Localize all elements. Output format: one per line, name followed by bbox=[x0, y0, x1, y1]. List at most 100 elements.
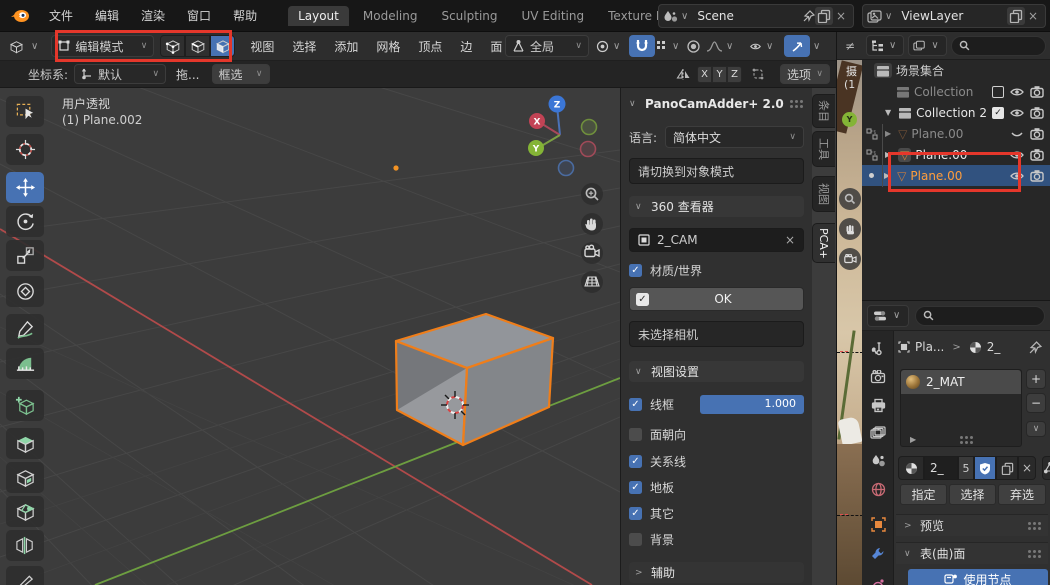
disable-render-icon[interactable] bbox=[1030, 127, 1044, 141]
other-checkbox[interactable]: ✓ bbox=[629, 507, 642, 520]
slot-drag-dots-icon[interactable] bbox=[960, 436, 974, 444]
bevel-tool[interactable] bbox=[6, 496, 44, 527]
tab-output[interactable] bbox=[862, 392, 894, 418]
select-tool-dropdown[interactable]: 框选 ∨ bbox=[212, 64, 270, 84]
scale-tool[interactable] bbox=[6, 240, 44, 271]
new-scene-icon[interactable] bbox=[815, 7, 833, 25]
tab-scene[interactable] bbox=[862, 448, 894, 474]
view-settings-header[interactable]: ∨ 视图设置 bbox=[629, 361, 804, 382]
exclude-checkbox[interactable]: ✓ bbox=[992, 107, 1004, 119]
background-row[interactable]: 背景 bbox=[629, 531, 804, 548]
transform-tool[interactable] bbox=[6, 276, 44, 307]
fake-user-button[interactable] bbox=[974, 456, 996, 480]
disable-render-icon[interactable] bbox=[1030, 106, 1044, 120]
workspace-tab-sculpting[interactable]: Sculpting bbox=[431, 6, 507, 26]
menu-edit[interactable]: 编辑 bbox=[84, 7, 130, 24]
move-tool[interactable] bbox=[6, 172, 44, 203]
snap-base-icon[interactable] bbox=[750, 66, 766, 82]
falloff-selector[interactable]: ∨ bbox=[706, 40, 736, 53]
ok-button[interactable]: ✓ OK bbox=[629, 287, 804, 311]
panel-header[interactable]: ∨ PanoCamAdder+ 2.0 bbox=[629, 94, 804, 114]
hidden-eye-icon[interactable] bbox=[1010, 127, 1024, 141]
camera-name-field[interactable]: 2_CAM × bbox=[629, 228, 804, 252]
material-name-field[interactable]: 2_ bbox=[924, 456, 958, 480]
loop-cut-tool[interactable] bbox=[6, 530, 44, 561]
strip-gizmo-y-ball[interactable]: Y bbox=[842, 112, 857, 127]
drag-label[interactable]: 拖... bbox=[176, 66, 199, 83]
deselect-button[interactable]: 弃选 bbox=[998, 484, 1046, 505]
nodetree-dropdown[interactable]: ∨ bbox=[1042, 456, 1050, 480]
properties-search-input[interactable] bbox=[915, 306, 1045, 326]
slot-expand-icon[interactable]: ▶ bbox=[907, 435, 919, 444]
assign-button[interactable]: 指定 bbox=[900, 484, 947, 505]
workspace-tab-layout[interactable]: Layout bbox=[288, 6, 349, 26]
disable-render-icon[interactable] bbox=[1030, 148, 1044, 162]
outliner-search-input[interactable] bbox=[951, 36, 1046, 56]
inset-faces-tool[interactable] bbox=[6, 462, 44, 493]
proportional-edit-button[interactable] bbox=[686, 39, 701, 54]
mode-notice[interactable]: 请切换到对象模式 bbox=[629, 158, 804, 184]
menu-vertex[interactable]: 顶点 bbox=[409, 38, 451, 55]
camera-view-strip[interactable]: ≠ 摄 (1 Y bbox=[836, 32, 862, 585]
sidebar-tab-pca[interactable]: PCA+ bbox=[812, 223, 835, 263]
material-slot-active[interactable]: 2_MAT bbox=[901, 370, 1021, 394]
tab-physics[interactable] bbox=[862, 571, 894, 585]
row-scene-collection[interactable]: 场景集合 bbox=[862, 60, 1050, 81]
annotate-tool[interactable] bbox=[6, 314, 44, 345]
menu-add[interactable]: 添加 bbox=[325, 38, 367, 55]
no-camera-notice[interactable]: 未选择相机 bbox=[629, 321, 804, 347]
sidebar-tab-tool[interactable]: 工具 bbox=[812, 131, 835, 167]
row-plane-3-selected[interactable]: ▶ ▽ Plane.00 bbox=[862, 165, 1050, 186]
pin-icon[interactable] bbox=[803, 10, 815, 22]
preview-section-header[interactable]: > 预览 bbox=[896, 514, 1048, 536]
sidebar-tab-item[interactable]: 条目 bbox=[812, 94, 835, 128]
background-checkbox[interactable] bbox=[629, 533, 642, 546]
hide-eye-icon[interactable] bbox=[1010, 148, 1024, 162]
surface-section-header[interactable]: ∨ 表(曲)面 bbox=[896, 542, 1048, 564]
pin-id-icon[interactable] bbox=[1029, 341, 1042, 354]
knife-tool[interactable] bbox=[6, 566, 44, 585]
extrude-tool[interactable] bbox=[6, 428, 44, 459]
tab-render[interactable] bbox=[862, 364, 894, 390]
face-orientation-row[interactable]: 面朝向 bbox=[629, 426, 804, 443]
blender-logo-icon[interactable] bbox=[10, 8, 30, 23]
measure-tool[interactable] bbox=[6, 348, 44, 379]
viewlayer-name[interactable]: ViewLayer bbox=[895, 9, 1007, 23]
outliner-filter-dropdown[interactable]: ∨ bbox=[908, 35, 946, 56]
3d-viewport[interactable]: Z X Y 用户透视 (1) Plane.002 bbox=[0, 88, 836, 585]
mirror-z-button[interactable]: Z bbox=[727, 66, 742, 83]
expand-icon[interactable]: ▼ bbox=[882, 108, 894, 117]
row-plane-2[interactable]: ▶ ▽ Plane.00 bbox=[862, 144, 1050, 165]
wireframe-slider[interactable]: 1.000 bbox=[700, 395, 804, 414]
other-row[interactable]: ✓ 其它 bbox=[629, 505, 804, 522]
material-world-checkbox[interactable]: ✓ bbox=[629, 264, 642, 277]
drag-dots-icon[interactable] bbox=[790, 100, 804, 108]
slot-specials-button[interactable]: ∨ bbox=[1026, 421, 1046, 437]
hide-eye-icon[interactable] bbox=[1010, 106, 1024, 120]
add-cube-tool[interactable] bbox=[6, 390, 44, 421]
wireframe-checkbox[interactable]: ✓ bbox=[629, 398, 642, 411]
new-viewlayer-icon[interactable] bbox=[1007, 7, 1025, 25]
menu-mesh[interactable]: 网格 bbox=[367, 38, 409, 55]
mirror-x-button[interactable]: X bbox=[697, 66, 712, 83]
viewlayer-selector[interactable]: ∨ ViewLayer × bbox=[862, 4, 1046, 28]
users-count-button[interactable]: 5 bbox=[958, 456, 974, 480]
row-collection[interactable]: Collection bbox=[862, 81, 1050, 102]
tab-modifiers[interactable] bbox=[862, 541, 894, 567]
pivot-selector[interactable]: ∨ bbox=[595, 39, 623, 54]
options-dropdown[interactable]: 选项 ∨ bbox=[780, 64, 830, 84]
tab-view-layer[interactable] bbox=[862, 420, 894, 446]
material-slot-list[interactable]: 2_MAT ▶ bbox=[900, 369, 1022, 447]
mirror-y-button[interactable]: Y bbox=[712, 66, 727, 83]
section-drag-dots-icon[interactable] bbox=[1028, 522, 1042, 530]
strip-header[interactable]: ≠ bbox=[837, 32, 862, 60]
strip-pan-button[interactable] bbox=[839, 218, 861, 240]
strip-camera-button[interactable] bbox=[839, 248, 861, 270]
viewer-section-header[interactable]: ∨ 360 查看器 bbox=[629, 196, 804, 217]
menu-render[interactable]: 渲染 bbox=[130, 7, 176, 24]
face-select-button[interactable] bbox=[210, 35, 235, 57]
tab-object[interactable] bbox=[862, 511, 894, 537]
use-nodes-button[interactable]: 使用节点 bbox=[908, 569, 1048, 585]
hide-eye-icon[interactable] bbox=[1010, 85, 1024, 99]
row-plane-1[interactable]: ▶ ▽ Plane.00 bbox=[862, 123, 1050, 144]
